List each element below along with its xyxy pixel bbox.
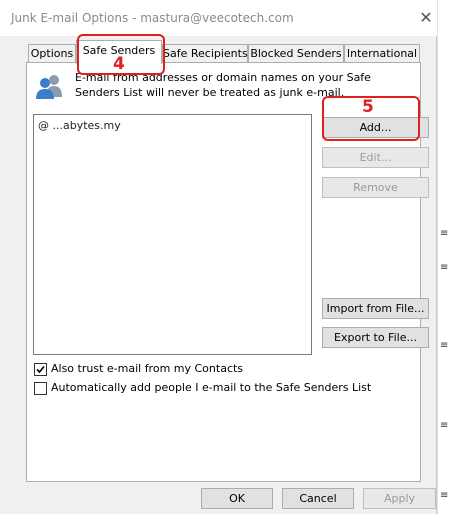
edit-button[interactable]: Edit...	[322, 147, 429, 168]
export-to-file-button[interactable]: Export to File...	[322, 327, 429, 348]
apply-button[interactable]: Apply	[363, 488, 436, 509]
background-mark: ≡	[440, 340, 449, 351]
background-mark: ≡	[440, 262, 449, 273]
background-window-edge: ≡ ≡ ≡ ≡ ≡	[437, 0, 449, 514]
cancel-button[interactable]: Cancel	[282, 488, 354, 509]
junk-email-options-dialog: Junk E-mail Options - mastura@veecotech.…	[0, 0, 437, 514]
background-mark: ≡	[440, 420, 449, 431]
trust-contacts-checkbox[interactable]	[34, 363, 47, 376]
ok-button[interactable]: OK	[201, 488, 273, 509]
auto-add-label: Automatically add people I e-mail to the…	[51, 381, 372, 394]
trust-contacts-label: Also trust e-mail from my Contacts	[51, 362, 244, 375]
annotation-number-5: 5	[362, 97, 374, 117]
remove-button[interactable]: Remove	[322, 177, 429, 198]
background-mark: ≡	[440, 490, 449, 501]
checkmark-icon	[36, 365, 45, 374]
background-mark: ≡	[440, 228, 449, 239]
auto-add-checkbox[interactable]	[34, 382, 47, 395]
annotation-number-4: 4	[113, 54, 125, 74]
tab-international[interactable]: International	[344, 44, 420, 62]
tab-safe-recipients[interactable]: Safe Recipients	[162, 44, 248, 62]
people-icon	[36, 75, 62, 99]
title-bar[interactable]: Junk E-mail Options - mastura@veecotech.…	[0, 0, 437, 36]
tab-options[interactable]: Options	[28, 44, 76, 62]
list-item[interactable]: @ ...abytes.my	[38, 119, 121, 132]
tab-blocked-senders[interactable]: Blocked Senders	[248, 44, 344, 62]
safe-senders-list[interactable]: @ ...abytes.my	[33, 114, 312, 355]
import-from-file-button[interactable]: Import from File...	[322, 298, 429, 319]
close-icon[interactable]: ✕	[414, 6, 438, 30]
window-title: Junk E-mail Options - mastura@veecotech.…	[11, 11, 294, 25]
